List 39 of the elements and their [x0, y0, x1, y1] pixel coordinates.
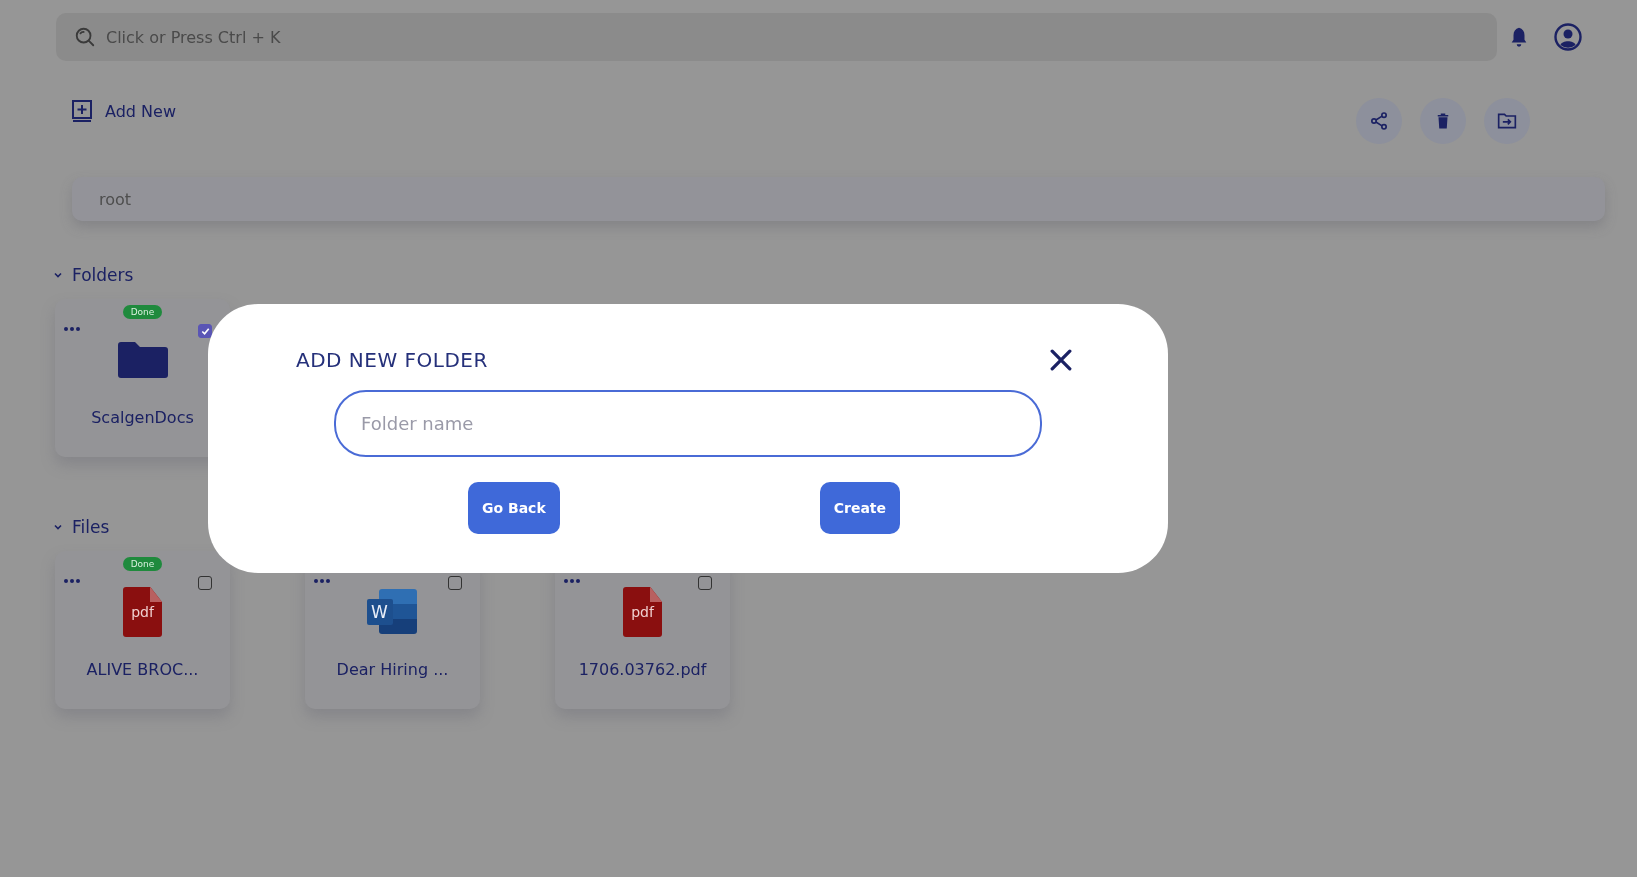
checkbox[interactable] [448, 576, 462, 590]
status-badge: Done [122, 557, 163, 571]
search-icon [74, 26, 96, 48]
section-title[interactable]: Folders [72, 265, 134, 285]
file-name: Dear Hiring ... [336, 660, 449, 679]
move-to-folder-button[interactable] [1484, 98, 1530, 144]
user-avatar-icon[interactable] [1554, 23, 1582, 51]
file-card[interactable]: Done pdf ALIVE BROC... [55, 551, 230, 709]
dialog-button[interactable]: Go Back [468, 482, 560, 534]
folder-name-input[interactable]: Folder name [334, 390, 1042, 457]
file-name: 1706.03762.pdf [578, 660, 707, 679]
checkbox[interactable] [198, 576, 212, 590]
pdf-file-icon: pdf [623, 587, 662, 637]
pdf-file-icon: pdf [123, 587, 162, 637]
close-icon[interactable] [1050, 349, 1072, 371]
dialog-button[interactable]: Create [819, 482, 901, 534]
dialog-title: ADD NEW FOLDER [296, 348, 488, 372]
add-document-icon [70, 98, 94, 124]
folder-card[interactable]: Done ScalgenDocs [55, 299, 230, 457]
search-field[interactable]: Click or Press Ctrl + K [56, 13, 1497, 61]
chevron-down-icon[interactable] [53, 270, 63, 280]
share-icon [1369, 111, 1389, 131]
more-options-icon[interactable] [63, 578, 81, 584]
breadcrumb-item[interactable]: root [99, 189, 132, 209]
file-name: ALIVE BROC... [86, 660, 199, 679]
folder-name: ScalgenDocs [91, 408, 194, 427]
status-badge: Done [122, 305, 163, 319]
more-options-icon[interactable] [313, 578, 331, 584]
folder-arrow-icon [1496, 111, 1518, 131]
checkbox[interactable] [698, 576, 712, 590]
folder-icon [117, 341, 168, 379]
chevron-down-icon[interactable] [53, 522, 63, 532]
add-new-button[interactable]: Add New [70, 98, 176, 124]
share-button[interactable] [1356, 98, 1402, 144]
more-options-icon[interactable] [63, 326, 81, 332]
section-title[interactable]: Files [72, 517, 110, 537]
more-options-icon[interactable] [563, 578, 581, 584]
checkbox[interactable] [198, 324, 212, 338]
delete-button[interactable] [1420, 98, 1466, 144]
